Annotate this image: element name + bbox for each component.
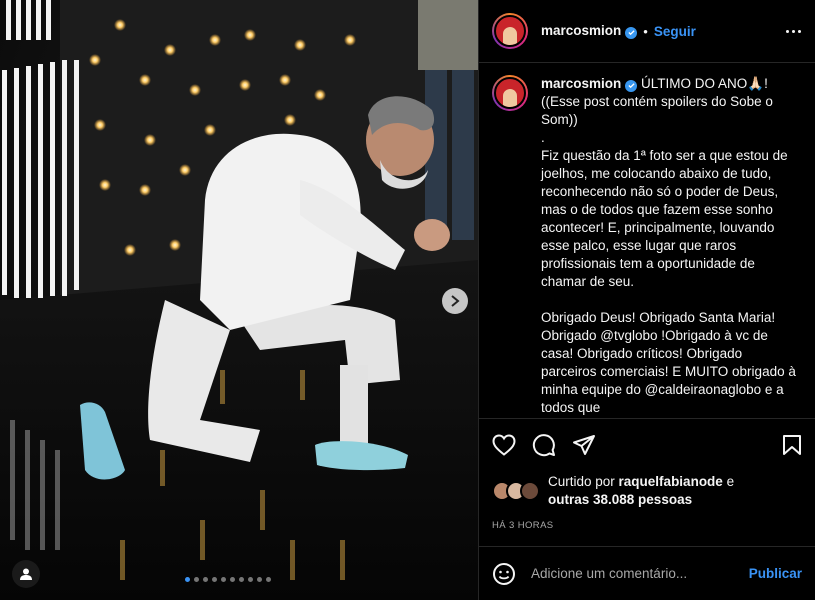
caption-text: ÚLTIMO DO ANO🙏🏻! ((Esse post contém spoi… — [541, 76, 796, 415]
likes-count-link[interactable]: outras 38.088 pessoas — [548, 492, 692, 507]
chevron-right-icon — [451, 295, 460, 307]
post-caption: marcosmion ÚLTIMO DO ANO🙏🏻! ((Esse post … — [541, 75, 801, 418]
caption-avatar[interactable] — [492, 75, 528, 111]
carousel-dot — [221, 577, 226, 582]
post-image[interactable] — [0, 0, 478, 600]
verified-badge-icon — [625, 26, 638, 39]
likes-and: e — [722, 474, 735, 489]
follow-button[interactable]: Seguir — [654, 24, 696, 39]
avatar[interactable] — [492, 13, 528, 49]
photo-scene — [0, 0, 478, 600]
add-comment-bar: Publicar — [479, 546, 815, 600]
next-slide-button[interactable] — [442, 288, 468, 314]
carousel-dot — [212, 577, 217, 582]
carousel-dot — [266, 577, 271, 582]
carousel-dot — [248, 577, 253, 582]
bookmark-icon[interactable] — [782, 434, 802, 456]
carousel-dot — [194, 577, 199, 582]
emoji-icon[interactable] — [492, 562, 516, 586]
user-icon — [20, 568, 32, 580]
carousel-dot — [203, 577, 208, 582]
carousel-indicators — [185, 577, 271, 582]
heart-icon[interactable] — [492, 434, 516, 456]
carousel-dot — [185, 577, 190, 582]
carousel-dot — [257, 577, 262, 582]
more-options-icon[interactable] — [786, 29, 801, 33]
verified-badge-icon — [625, 79, 638, 92]
username-link[interactable]: marcosmion — [541, 23, 621, 38]
liker-username[interactable]: raquelfabianode — [619, 474, 723, 489]
separator-dot: • — [643, 23, 648, 39]
publish-button[interactable]: Publicar — [749, 566, 802, 581]
actions-section: Curtido por raquelfabianode e outras 38.… — [479, 418, 815, 531]
likes-summary: Curtido por raquelfabianode e outras 38.… — [492, 473, 802, 509]
post-timestamp[interactable]: HÁ 3 HORAS — [492, 520, 802, 531]
header-username[interactable]: marcosmion — [541, 23, 638, 39]
post-details-panel: marcosmion • Seguir marcosmion ÚLTIMO DO… — [478, 0, 815, 600]
comment-input[interactable] — [531, 566, 749, 581]
comment-icon[interactable] — [532, 433, 556, 457]
carousel-dot — [239, 577, 244, 582]
liker-avatars[interactable] — [492, 481, 540, 501]
tagged-users-button[interactable] — [12, 560, 40, 588]
likes-prefix: Curtido por — [548, 474, 619, 489]
comments-section: marcosmion ÚLTIMO DO ANO🙏🏻! ((Esse post … — [479, 63, 815, 418]
share-icon[interactable] — [572, 434, 596, 456]
post-header: marcosmion • Seguir — [479, 0, 815, 63]
carousel-dot — [230, 577, 235, 582]
caption-username[interactable]: marcosmion — [541, 76, 621, 91]
likes-text: Curtido por raquelfabianode e outras 38.… — [548, 473, 734, 509]
action-icons — [492, 431, 802, 459]
